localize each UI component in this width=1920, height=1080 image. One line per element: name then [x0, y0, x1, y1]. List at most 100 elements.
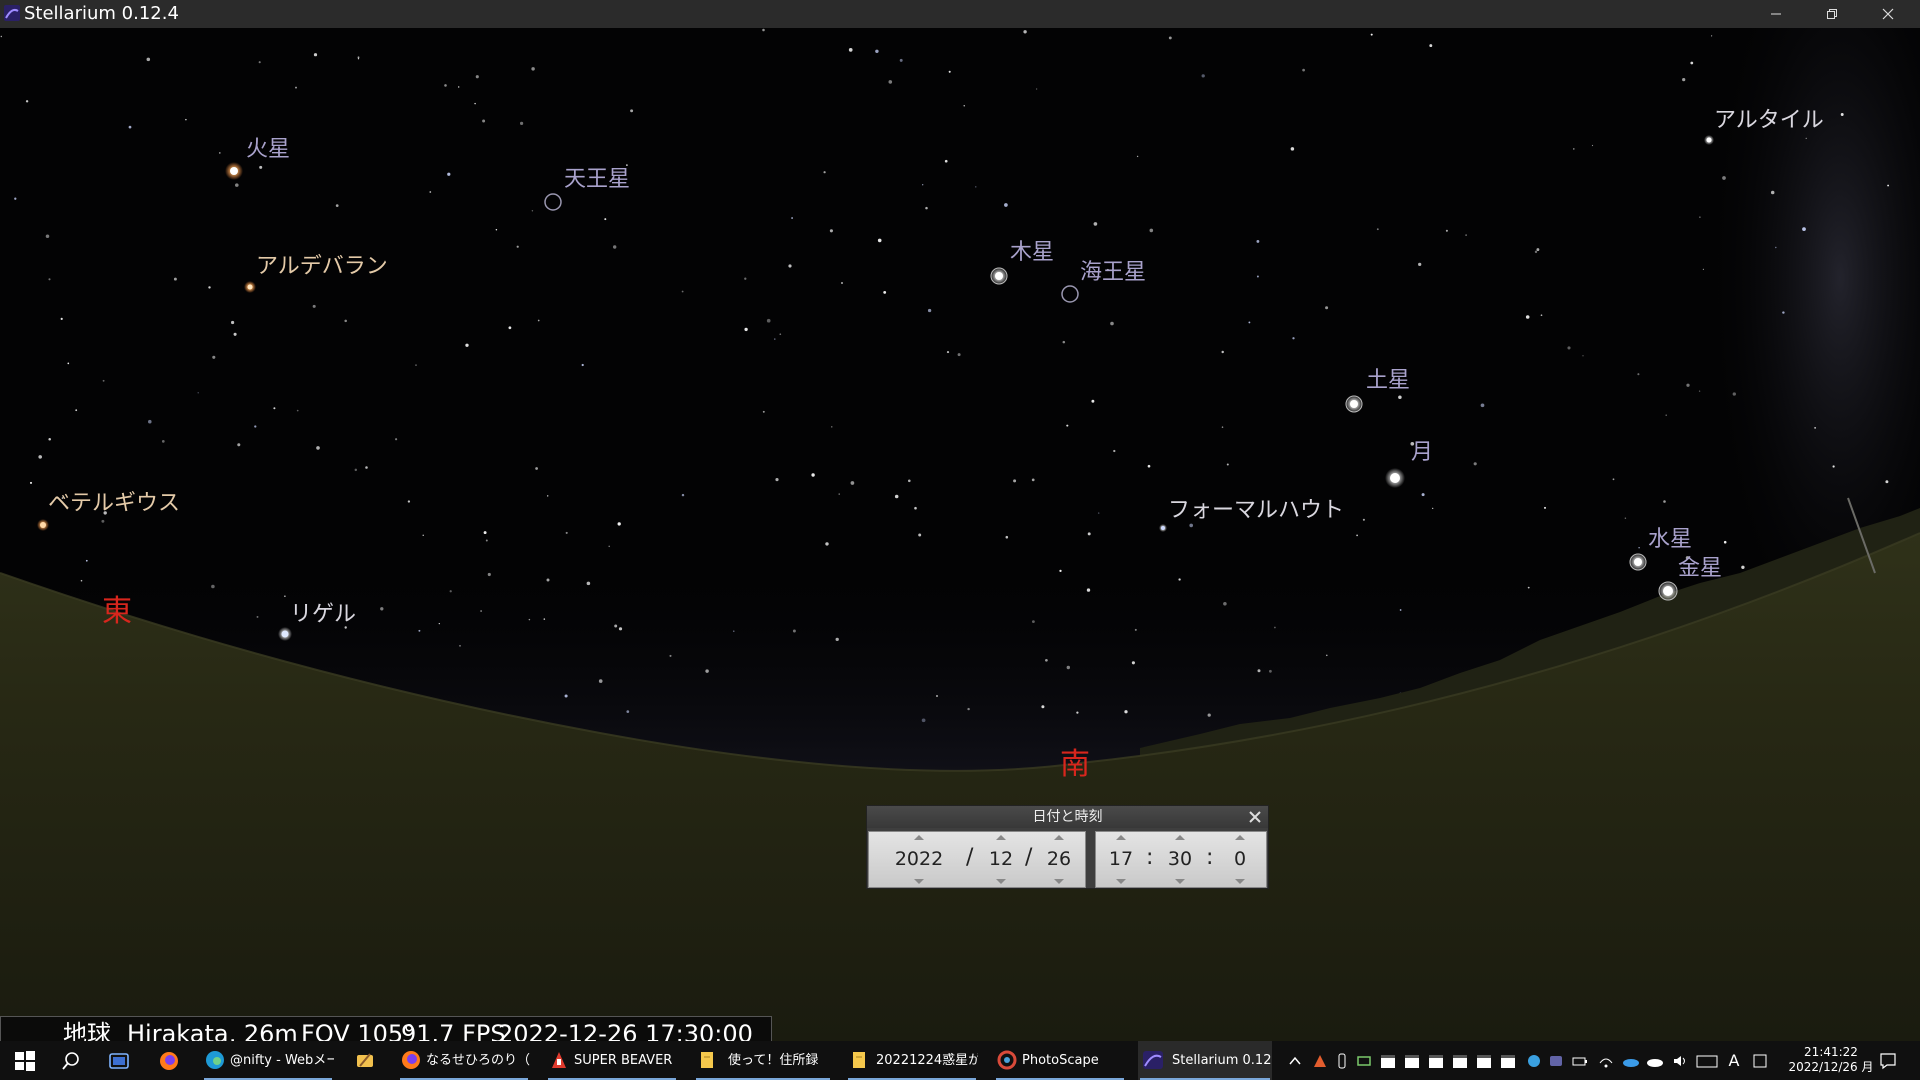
datetime-dialog[interactable]: 日付と時刻 2022 / 12 / 26 17 : 30: 0: [866, 805, 1269, 889]
spin-up-icon[interactable]: [1235, 835, 1245, 840]
faint-star: [946, 351, 950, 354]
spin-down-icon[interactable]: [1054, 879, 1064, 884]
task-view-icon[interactable]: [108, 1050, 130, 1072]
betelgeuse-label[interactable]: ベテルギウス: [48, 491, 180, 517]
teams-icon[interactable]: [1548, 1053, 1564, 1069]
faint-star: [1256, 239, 1260, 243]
faint-star: [766, 318, 771, 323]
taskbar-item-nifty[interactable]: @nifty - Webメー...: [202, 1041, 334, 1080]
spin-up-icon[interactable]: [914, 835, 924, 840]
faint-star: [543, 618, 546, 620]
ime-icon[interactable]: [1752, 1053, 1768, 1069]
tray-app-icon[interactable]: [1312, 1053, 1328, 1069]
spin-up-icon[interactable]: [1175, 835, 1185, 840]
faint-star: [883, 291, 887, 294]
mercury-label[interactable]: 水星: [1648, 527, 1692, 553]
month-value[interactable]: 12: [979, 847, 1023, 871]
faint-star: [1612, 478, 1615, 481]
faint-star: [1421, 493, 1425, 497]
calendar-icon[interactable]: [1500, 1053, 1516, 1069]
altair-label[interactable]: アルタイル: [1714, 108, 1824, 134]
saturn-label[interactable]: 土星: [1366, 368, 1410, 394]
window-titlebar[interactable]: Stellarium 0.12.4: [0, 0, 1920, 28]
faint-star: [1665, 414, 1667, 416]
moon-label[interactable]: 月: [1411, 440, 1433, 466]
calendar-icon[interactable]: [1428, 1053, 1444, 1069]
faint-star: [407, 500, 411, 503]
minimize-button[interactable]: [1748, 0, 1804, 28]
close-button[interactable]: [1860, 0, 1916, 28]
faint-star: [313, 53, 318, 57]
spin-down-icon[interactable]: [1175, 879, 1185, 884]
calendar-icon[interactable]: [1476, 1053, 1492, 1069]
notification-icon[interactable]: [1878, 1051, 1898, 1071]
wifi-icon[interactable]: [1598, 1053, 1614, 1069]
neptune-label[interactable]: 海王星: [1080, 260, 1146, 286]
month-spinner[interactable]: 12: [979, 832, 1023, 887]
second-value[interactable]: 0: [1218, 847, 1262, 871]
taskbar-item-super-beaver[interactable]: SUPER BEAVER「...: [546, 1041, 678, 1080]
network-share-icon[interactable]: [1356, 1053, 1372, 1069]
tray-expand-icon[interactable]: [1288, 1053, 1302, 1069]
paint-app-icon[interactable]: [354, 1050, 376, 1072]
spin-up-icon[interactable]: [1116, 835, 1126, 840]
faint-star: [957, 353, 961, 357]
spin-down-icon[interactable]: [1235, 879, 1245, 884]
taskbar-item-planets-doc[interactable]: 20221224惑星が...: [846, 1041, 978, 1080]
minute-spinner[interactable]: 30: [1158, 832, 1202, 887]
spin-down-icon[interactable]: [914, 879, 924, 884]
spin-up-icon[interactable]: [996, 835, 1006, 840]
year-spinner[interactable]: 2022: [873, 832, 965, 887]
neptune-marker[interactable]: [1061, 285, 1079, 303]
day-value[interactable]: 26: [1037, 847, 1081, 871]
restore-button[interactable]: [1804, 0, 1860, 28]
taskbar-item-naruse[interactable]: なるせひろのり（@...: [398, 1041, 530, 1080]
settings-icon[interactable]: [1526, 1053, 1542, 1069]
year-value[interactable]: 2022: [873, 847, 965, 871]
calendar-icon[interactable]: [1452, 1053, 1468, 1069]
dialog-close-button[interactable]: [1246, 808, 1264, 826]
faint-star: [546, 578, 550, 582]
ime-mode-indicator[interactable]: A: [1726, 1053, 1742, 1069]
time-separator: :: [1146, 845, 1154, 870]
taskbar-item-photoscape[interactable]: PhotoScape: [994, 1041, 1126, 1080]
venus-label[interactable]: 金星: [1678, 556, 1722, 582]
onedrive-icon[interactable]: [1622, 1053, 1640, 1069]
hour-value[interactable]: 17: [1100, 847, 1142, 871]
faint-star: [914, 506, 917, 510]
calendar-icon[interactable]: [1404, 1053, 1420, 1069]
keyboard-icon[interactable]: [1696, 1053, 1718, 1069]
uranus-marker[interactable]: [544, 193, 562, 211]
jupiter-label[interactable]: 木星: [1010, 240, 1054, 266]
taskbar-item-address-book[interactable]: 使って！住所録: [694, 1041, 832, 1080]
calendar-icon[interactable]: [1380, 1053, 1396, 1069]
mars-label[interactable]: 火星: [246, 137, 290, 163]
spin-down-icon[interactable]: [996, 879, 1006, 884]
second-spinner[interactable]: 0: [1218, 832, 1262, 887]
system-clock[interactable]: 21:41:22 2022/12/26 月: [1786, 1045, 1876, 1075]
faint-star: [681, 493, 685, 497]
spin-up-icon[interactable]: [1054, 835, 1064, 840]
battery-icon[interactable]: [1572, 1053, 1588, 1069]
spin-down-icon[interactable]: [1116, 879, 1126, 884]
faint-star: [80, 579, 83, 582]
faint-star: [823, 171, 826, 174]
taskbar-item-stellarium[interactable]: Stellarium 0.12.4: [1138, 1041, 1272, 1080]
day-spinner[interactable]: 26: [1037, 832, 1081, 887]
taskbar-item-label: 20221224惑星が...: [876, 1053, 978, 1068]
volume-icon[interactable]: [1672, 1053, 1688, 1069]
windows-start-icon[interactable]: [14, 1050, 36, 1072]
uranus-label[interactable]: 天王星: [564, 167, 630, 193]
rigel-label[interactable]: リゲル: [290, 602, 356, 628]
fomalhaut-label[interactable]: フォーマルハウト: [1168, 498, 1344, 524]
usb-icon[interactable]: [1334, 1053, 1350, 1069]
stellarium-app-icon: [1143, 1051, 1163, 1069]
search-icon[interactable]: [60, 1050, 82, 1072]
faint-star: [888, 80, 893, 84]
sky-view[interactable]: 火星 天王星 アルデバラン 木星 海王星 アルタイル 土星 月 フォーマルハウト…: [0, 28, 1920, 1041]
hour-spinner[interactable]: 17: [1100, 832, 1142, 887]
onedrive-icon[interactable]: [1646, 1053, 1664, 1069]
firefox-icon[interactable]: [158, 1050, 180, 1072]
minute-value[interactable]: 30: [1158, 847, 1202, 871]
aldebaran-label[interactable]: アルデバラン: [256, 254, 388, 280]
